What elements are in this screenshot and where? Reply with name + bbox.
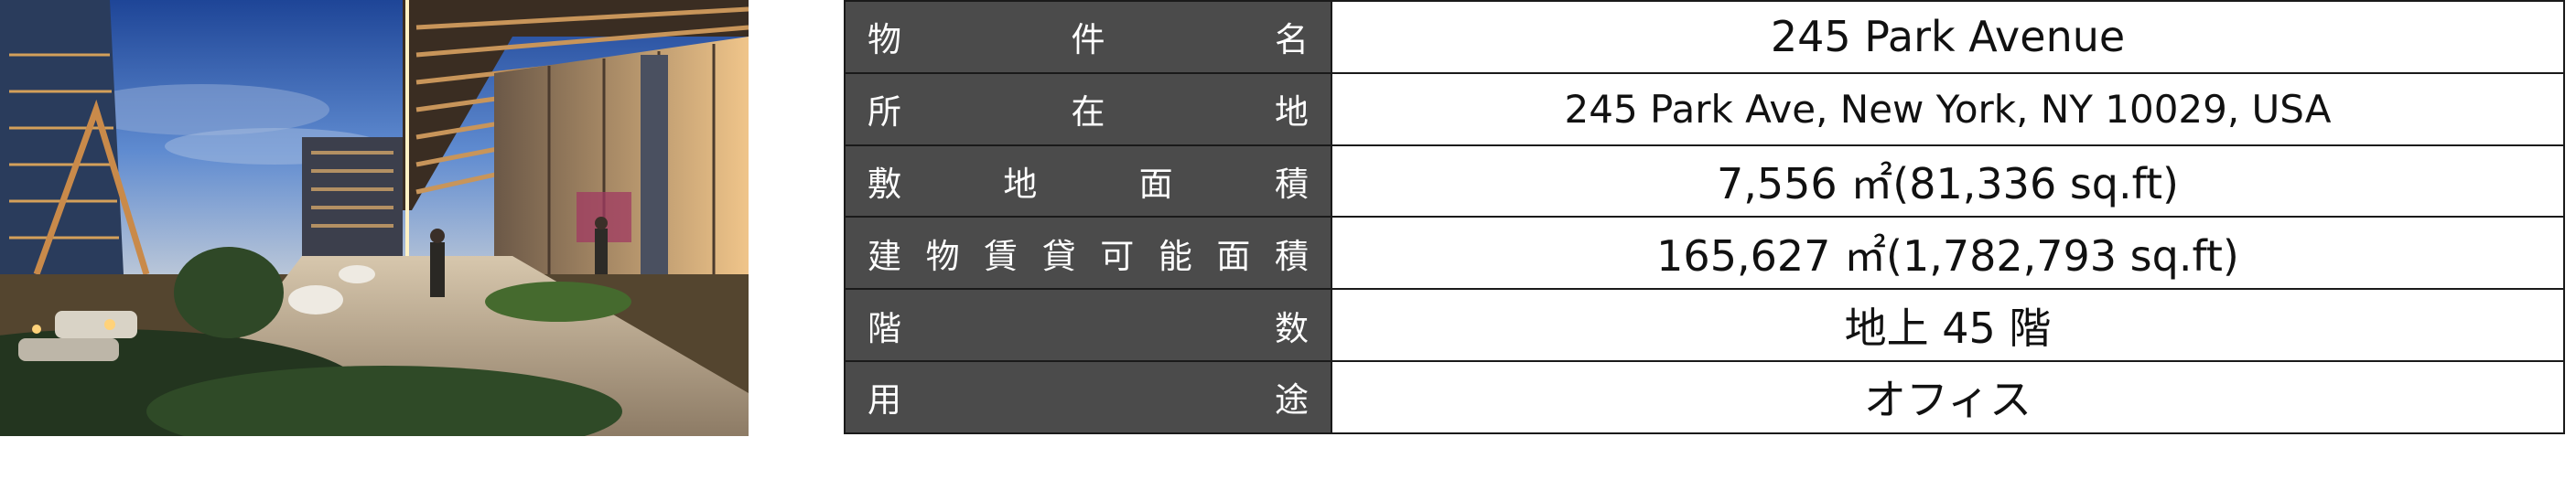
property-spec-table: 物件名 245 Park Avenue 所在地 245 Park Ave, Ne… bbox=[844, 0, 2565, 434]
table-row: 用途 オフィス bbox=[844, 359, 2565, 434]
row-label-location: 所在地 bbox=[844, 71, 1332, 146]
row-label-rentable-area: 建物賃貸可能面積 bbox=[844, 216, 1332, 291]
row-label-property-name: 物件名 bbox=[844, 0, 1332, 74]
table-row: 敷地面積 7,556 ㎡(81,336 sq.ft) bbox=[844, 144, 2565, 219]
table-row: 所在地 245 Park Ave, New York, NY 10029, US… bbox=[844, 71, 2565, 146]
table-row: 物件名 245 Park Avenue bbox=[844, 0, 2565, 74]
row-value-use: オフィス bbox=[1331, 359, 2565, 434]
property-photo bbox=[0, 0, 749, 436]
row-value-floors: 地上 45 階 bbox=[1331, 288, 2565, 362]
row-value-site-area: 7,556 ㎡(81,336 sq.ft) bbox=[1331, 144, 2565, 219]
row-value-rentable-area: 165,627 ㎡(1,782,793 sq.ft) bbox=[1331, 216, 2565, 291]
row-label-floors: 階数 bbox=[844, 288, 1332, 362]
table-row: 建物賃貸可能面積 165,627 ㎡(1,782,793 sq.ft) bbox=[844, 216, 2565, 291]
row-label-use: 用途 bbox=[844, 359, 1332, 434]
property-overview: 物件名 245 Park Avenue 所在地 245 Park Ave, Ne… bbox=[0, 0, 2576, 501]
row-value-location: 245 Park Ave, New York, NY 10029, USA bbox=[1331, 71, 2565, 146]
table-row: 階数 地上 45 階 bbox=[844, 288, 2565, 362]
row-value-property-name: 245 Park Avenue bbox=[1331, 0, 2565, 74]
row-label-site-area: 敷地面積 bbox=[844, 144, 1332, 219]
